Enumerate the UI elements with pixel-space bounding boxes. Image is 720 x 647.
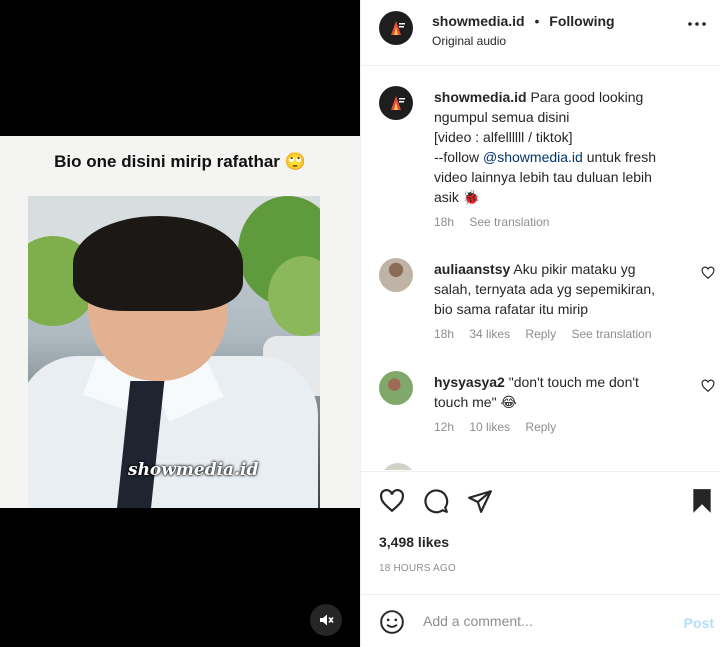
comment-input[interactable]: [423, 613, 663, 629]
like-button[interactable]: [379, 488, 405, 519]
mute-button[interactable]: [310, 604, 342, 636]
heart-icon: [380, 488, 404, 513]
comment-likes-count[interactable]: 34 likes: [469, 327, 510, 341]
comment-like-button[interactable]: [701, 266, 715, 285]
showmedia-logo-icon: [391, 21, 405, 35]
eye-roll-emoji-icon: 🙄: [284, 152, 306, 171]
post-header: showmedia.id • Following Original audio: [361, 0, 720, 66]
comment-text: touch me": [434, 394, 497, 410]
comment-username[interactable]: hysyasya2: [434, 374, 505, 390]
video-caption-overlay: Bio one disini mirip rafathar 🙄: [54, 152, 306, 171]
comment-text: "don't touch me don't: [508, 374, 639, 390]
mention-link[interactable]: @showmedia.id: [483, 149, 583, 165]
comment-button[interactable]: [423, 488, 449, 519]
post-comment-button[interactable]: Post: [684, 615, 714, 631]
caption-line: [video : alfellllll / tiktok]: [434, 129, 573, 145]
avatar[interactable]: [379, 371, 413, 405]
action-bar: 3,498 likes 18 HOURS AGO Post: [361, 471, 720, 647]
caption-line: Para good looking: [530, 89, 644, 105]
post-panel: showmedia.id • Following Original audio: [360, 0, 720, 647]
video-watermark: showmedia.id: [128, 460, 259, 480]
caption-time: 18h: [434, 215, 455, 229]
caption-line: asik: [434, 189, 459, 205]
comments-list[interactable]: showmedia.id Para good looking ngumpul s…: [361, 67, 720, 470]
share-icon: [468, 490, 492, 513]
comment-like-button[interactable]: [701, 379, 715, 398]
see-translation-button[interactable]: See translation: [571, 327, 651, 341]
caption-line: --follow: [434, 149, 484, 165]
more-horizontal-icon: [688, 22, 706, 26]
emoji-button[interactable]: [379, 609, 405, 640]
separator-dot: •: [534, 13, 540, 29]
audio-link[interactable]: Original audio: [432, 34, 506, 48]
caption-username[interactable]: showmedia.id: [434, 89, 527, 105]
emoji-icon: [380, 610, 404, 634]
heart-icon: [701, 266, 715, 280]
post-timestamp: 18 HOURS AGO: [379, 563, 456, 574]
header-username[interactable]: showmedia.id: [432, 13, 525, 29]
share-button[interactable]: [467, 488, 493, 519]
speaker-muted-icon: [320, 614, 334, 626]
comment-text: bio sama rafatar itu mirip: [434, 301, 589, 317]
heart-icon: [701, 379, 715, 393]
tears-of-joy-emoji-icon: 😂: [500, 394, 517, 410]
more-options-button[interactable]: [687, 14, 707, 40]
see-translation-button[interactable]: See translation: [469, 215, 549, 229]
comment-text: salah, ternyata ada yg sepemikiran,: [434, 281, 656, 297]
caption-line: untuk fresh: [582, 149, 656, 165]
caption-line: video lainnya lebih tau duluan lebih: [434, 169, 652, 185]
reply-button[interactable]: Reply: [525, 420, 556, 434]
comment-time: 18h: [434, 327, 455, 341]
comment-icon: [424, 489, 449, 514]
ladybug-emoji-icon: 🐞: [462, 189, 481, 205]
comment-username[interactable]: auliaanstsy: [434, 261, 510, 277]
following-button[interactable]: Following: [549, 13, 614, 29]
avatar[interactable]: [379, 258, 413, 292]
caption-line: ngumpul semua disini: [434, 109, 570, 125]
add-comment-bar: Post: [361, 594, 720, 647]
comment-likes-count[interactable]: 10 likes: [469, 420, 510, 434]
likes-count[interactable]: 3,498 likes: [379, 534, 449, 550]
comment-text: Aku pikir mataku yg: [513, 261, 636, 277]
avatar[interactable]: [379, 11, 413, 45]
bookmark-icon: [693, 489, 711, 513]
video-frame[interactable]: Bio one disini mirip rafathar 🙄: [0, 136, 360, 508]
post-media[interactable]: Bio one disini mirip rafathar 🙄 showmedi…: [0, 0, 360, 647]
comment-time: 12h: [434, 420, 455, 434]
reply-button[interactable]: Reply: [525, 327, 556, 341]
showmedia-logo-icon: [391, 96, 405, 110]
save-button[interactable]: [691, 488, 713, 519]
avatar[interactable]: [381, 463, 415, 470]
avatar[interactable]: [379, 86, 413, 120]
